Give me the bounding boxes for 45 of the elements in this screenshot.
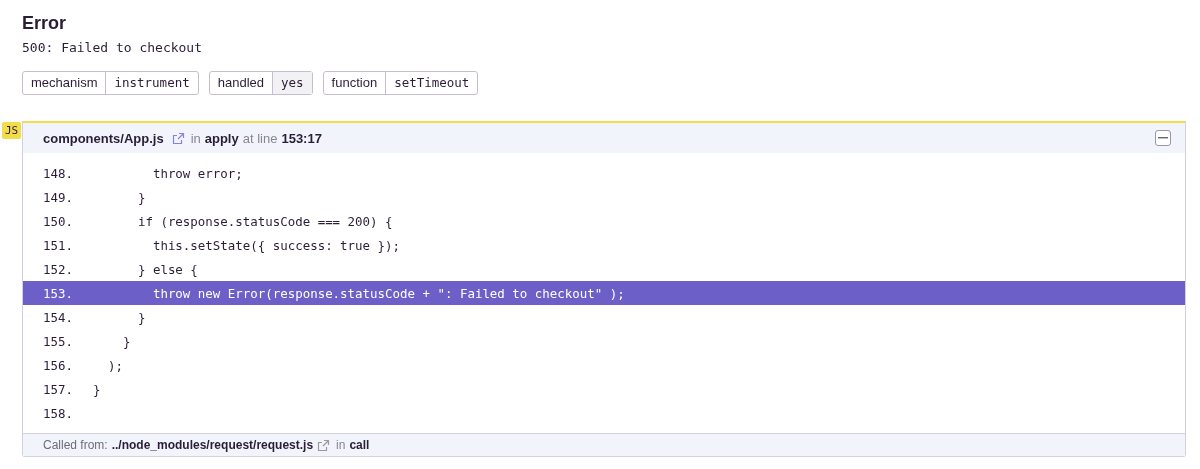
tag[interactable]: function setTimeout [322,71,479,95]
line-location: 153:17 [281,130,322,146]
line-number: 153. [42,285,74,301]
frame-filename: components/App.js [43,130,164,146]
line-number: 154. [42,309,74,325]
code-line: ); [106,357,123,373]
in-label: in [336,438,346,452]
function-name: apply [204,130,239,146]
tag-key: function [323,72,387,94]
line-number: 155. [42,333,74,349]
tag-value: yes [273,72,312,94]
caller-function: call [349,438,370,452]
line-number: 151. [42,237,74,253]
tag-key: mechanism [23,72,107,94]
line-number: 152. [42,261,74,277]
error-message: 500: Failed to checkout [22,40,203,55]
minus-icon [1158,137,1168,139]
code-line: this.setState({ success: true }); [151,237,400,253]
code-line: } [121,333,131,349]
tag-value: setTimeout [393,74,471,92]
collapse-button[interactable] [1155,130,1171,146]
tag[interactable]: handled yes [208,71,313,95]
line-number: 157. [42,381,74,397]
caller-filename: ../node_modules/request/request.js [111,438,314,452]
called-from-label: Called from: [43,438,108,452]
error-title: Error [22,12,67,34]
code-line: } [93,381,101,397]
line-number: 149. [42,189,74,205]
tag-value: instrument [113,74,191,92]
external-link-icon[interactable] [171,131,185,145]
code-line: if (response.statusCode === 200) { [136,213,393,229]
external-link-icon[interactable] [317,438,331,452]
code-line: } else { [136,261,198,277]
platform-badge: JS [2,122,22,139]
line-number: 150. [42,213,74,229]
tag[interactable]: mechanism instrument [22,71,199,95]
code-line: } [136,189,146,205]
at-line-label: at line [242,130,278,146]
code-line: } [136,309,146,325]
in-label: in [190,130,201,146]
line-number: 158. [42,405,74,421]
code-line: throw new Error(response.statusCode + ": Failed to checkout" ); [151,285,625,301]
code-line: throw error; [151,165,243,181]
line-number: 156. [42,357,74,373]
line-number: 148. [42,165,74,181]
